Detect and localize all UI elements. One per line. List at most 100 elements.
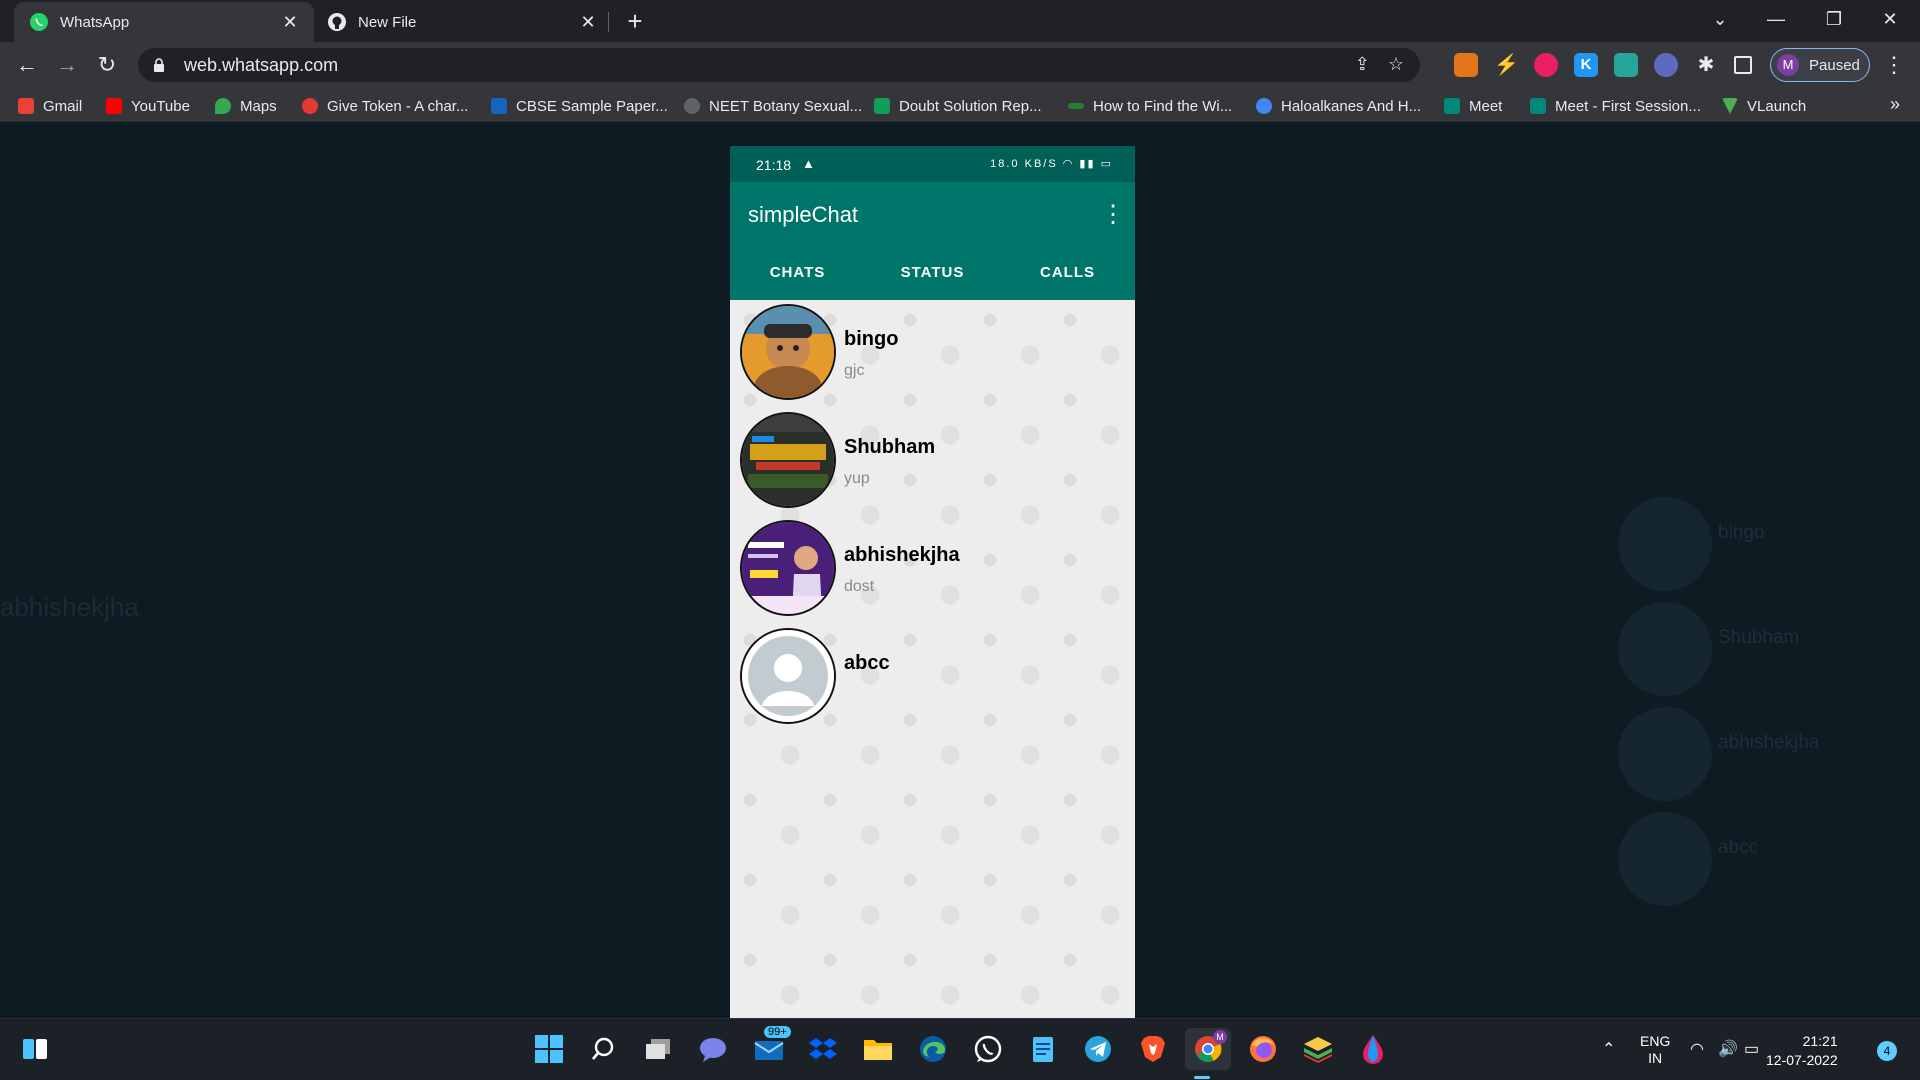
tab-whatsapp[interactable]: WhatsApp ✕ <box>14 2 314 42</box>
browser-tab-strip: WhatsApp ✕ New File ✕ + ⌄ — ❐ ✕ <box>0 0 1920 42</box>
bookmark-label: Doubt Solution Rep... <box>899 97 1042 115</box>
give-token-icon <box>302 98 318 114</box>
brave-icon[interactable] <box>1136 1032 1170 1066</box>
red-extension-icon[interactable] <box>1534 53 1558 77</box>
bookmark-neet[interactable]: NEET Botany Sexual... <box>684 95 862 117</box>
teams-chat-icon[interactable] <box>696 1032 730 1066</box>
battery-icon: ▭ <box>1100 158 1113 170</box>
url-text: web.whatsapp.com <box>184 54 339 75</box>
bookmark-label: Meet <box>1469 97 1503 115</box>
bookmark-haloalkanes[interactable]: Haloalkanes And H... <box>1256 95 1421 117</box>
bookmark-label: YouTube <box>131 97 190 115</box>
bookmark-vlaunch[interactable]: VLaunch <box>1722 95 1806 117</box>
language-line: ENG <box>1640 1033 1671 1049</box>
notepad-icon[interactable] <box>1026 1032 1060 1066</box>
bookmark-give-token[interactable]: Give Token - A char... <box>302 95 468 117</box>
gmail-icon <box>18 98 34 114</box>
mail-icon[interactable]: 99+ <box>752 1026 791 1066</box>
chat-last-message: gjc <box>844 362 865 379</box>
ghost-name: Shubham <box>1718 627 1800 648</box>
bookmark-label: NEET Botany Sexual... <box>709 97 863 115</box>
bluestacks-icon[interactable] <box>1301 1032 1335 1066</box>
share-icon[interactable]: ⇪ <box>1355 54 1370 75</box>
system-tray: ⌃ ENG IN ◠ 🔊 ▭ 21:21 12-07-2022 4 <box>1590 1019 1920 1080</box>
dropbox-icon[interactable] <box>806 1032 840 1066</box>
github-icon <box>326 11 348 33</box>
bookmark-doubt[interactable]: Doubt Solution Rep... <box>874 95 1042 117</box>
cbse-icon <box>491 98 507 114</box>
green-extension-icon[interactable] <box>1614 53 1638 77</box>
tab-new-file[interactable]: New File ✕ <box>312 2 612 42</box>
tab-search-icon[interactable]: ⌄ <box>1700 4 1740 34</box>
restore-button[interactable]: ❐ <box>1814 4 1854 34</box>
close-window-button[interactable]: ✕ <box>1870 4 1910 34</box>
chrome-menu-icon[interactable]: ⋮ <box>1882 50 1906 80</box>
tab-chats[interactable]: CHATS <box>730 246 865 300</box>
doubt-icon <box>874 98 890 114</box>
volume-icon[interactable]: 🔊 <box>1718 1039 1738 1059</box>
bookmark-maps[interactable]: Maps <box>215 95 277 117</box>
chat-row-shubham[interactable]: Shubham yup <box>740 408 1130 508</box>
color-drop-icon[interactable] <box>1356 1032 1390 1066</box>
ghost-avatar <box>1618 602 1712 696</box>
meet-icon <box>1444 98 1460 114</box>
chat-row-abhishekjha[interactable]: abhishekjha dost <box>740 516 1130 616</box>
avatar <box>740 412 836 508</box>
bookmark-label: Haloalkanes And H... <box>1281 97 1422 115</box>
profile-button[interactable]: M Paused <box>1770 48 1870 82</box>
slash-extension-icon[interactable]: ⚡ <box>1494 53 1519 77</box>
close-icon[interactable]: ✕ <box>280 12 300 32</box>
minimize-button[interactable]: — <box>1756 4 1796 34</box>
task-view-icon[interactable] <box>641 1032 675 1066</box>
bookmark-meet[interactable]: Meet <box>1444 95 1502 117</box>
search-icon[interactable] <box>586 1032 620 1066</box>
k-extension-icon[interactable]: K <box>1574 53 1598 77</box>
forward-button[interactable]: → <box>52 50 82 80</box>
side-panel-icon[interactable] <box>1734 56 1752 74</box>
bookmark-how-to-find[interactable]: How to Find the Wi... <box>1068 95 1232 117</box>
tab-status[interactable]: STATUS <box>865 246 1000 300</box>
chat-name: abhishekjha <box>844 544 960 566</box>
profile-status: Paused <box>1809 56 1860 74</box>
widgets-icon[interactable] <box>18 1032 52 1066</box>
bookmark-cbse[interactable]: CBSE Sample Paper... <box>491 95 668 117</box>
maps-icon <box>215 98 231 114</box>
edge-icon[interactable] <box>916 1032 950 1066</box>
metamask-extension-icon[interactable] <box>1454 53 1478 77</box>
telegram-icon[interactable] <box>1081 1032 1115 1066</box>
phone-status-bar: 21:18 ▲ 18.0 KB/S ◠ ▮▮ ▭ <box>730 146 1135 182</box>
ghost-chat-title: abhishekjha <box>0 592 139 622</box>
bookmark-meet-first-session[interactable]: Meet - First Session... <box>1530 95 1701 117</box>
chevron-up-icon[interactable]: ⌃ <box>1602 1039 1615 1059</box>
notification-count-badge[interactable]: 4 <box>1877 1041 1897 1061</box>
bookmark-youtube[interactable]: YouTube <box>106 95 190 117</box>
clock-time: 21:21 <box>1802 1033 1838 1049</box>
language-indicator[interactable]: ENG IN <box>1640 1033 1670 1067</box>
file-explorer-icon[interactable] <box>861 1032 895 1066</box>
ghost-name: abhishekjha <box>1718 732 1820 753</box>
firefox-icon[interactable] <box>1246 1032 1280 1066</box>
puzzle-extensions-icon[interactable]: ✱ <box>1694 53 1718 77</box>
phone-tab-bar: CHATS STATUS CALLS <box>730 246 1135 300</box>
tab-calls[interactable]: CALLS <box>1000 246 1135 300</box>
whatsapp-icon[interactable] <box>971 1032 1005 1066</box>
address-bar[interactable]: web.whatsapp.com ⇪ ☆ <box>138 48 1420 82</box>
chat-row-bingo[interactable]: bingo gjc <box>740 300 1130 400</box>
start-icon[interactable] <box>532 1032 566 1066</box>
battery-icon[interactable]: ▭ <box>1744 1039 1759 1059</box>
chat-row-abcc[interactable]: abcc <box>740 624 1130 724</box>
bookmark-label: Maps <box>240 97 277 115</box>
close-icon[interactable]: ✕ <box>578 12 598 32</box>
new-tab-button[interactable]: + <box>620 8 650 36</box>
bookmark-star-icon[interactable]: ☆ <box>1388 54 1404 75</box>
overflow-menu-icon[interactable]: ⋮ <box>1101 200 1125 228</box>
bookmarks-overflow-button[interactable]: » <box>1890 94 1900 115</box>
chrome-icon[interactable]: M <box>1185 1028 1231 1079</box>
ghost-avatar <box>1618 707 1712 801</box>
clock[interactable]: 21:21 12-07-2022 <box>1766 1032 1838 1070</box>
purple-extension-icon[interactable] <box>1654 53 1678 77</box>
reload-button[interactable]: ↻ <box>92 50 122 80</box>
back-button[interactable]: ← <box>12 50 42 80</box>
wifi-icon[interactable]: ◠ <box>1690 1039 1704 1059</box>
bookmark-gmail[interactable]: Gmail <box>18 95 82 117</box>
